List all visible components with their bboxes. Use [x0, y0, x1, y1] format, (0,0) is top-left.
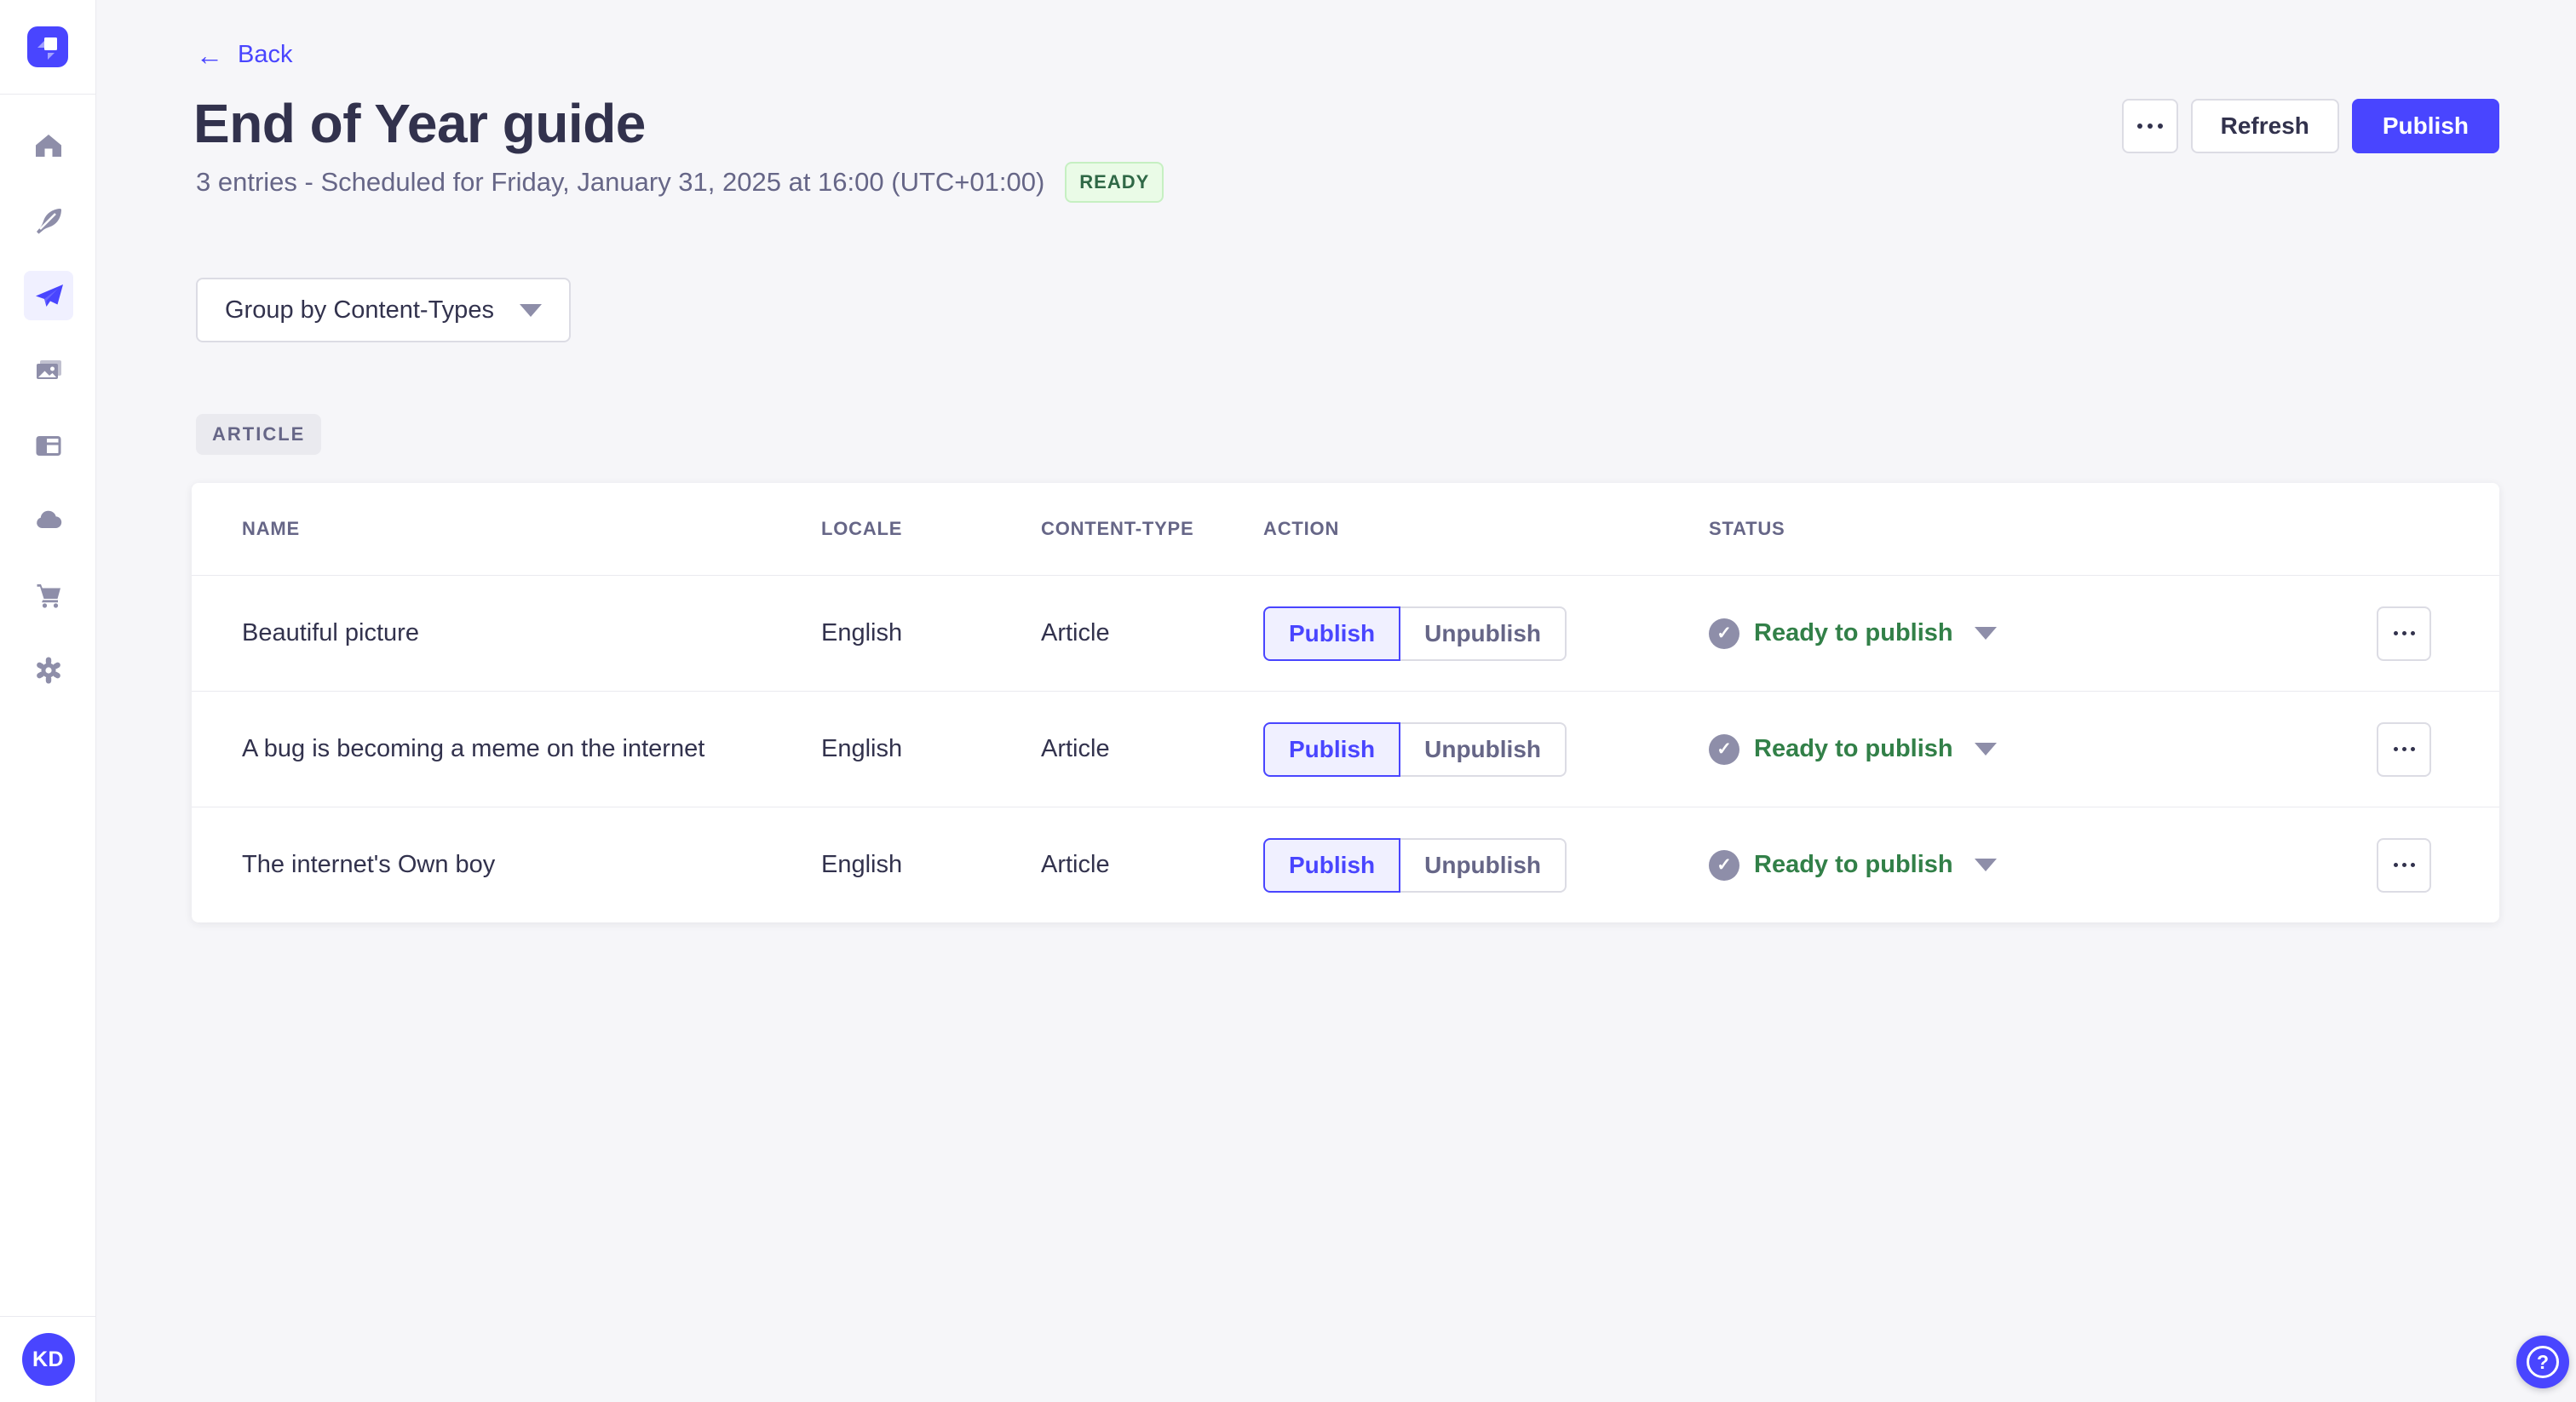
action-toggle: Publish Unpublish [1263, 837, 1709, 893]
sidebar: KD [0, 0, 96, 1402]
column-header-action: ACTION [1263, 518, 1340, 539]
sidebar-item-content-type-builder[interactable] [24, 421, 73, 470]
sidebar-user-area: KD [0, 1316, 96, 1402]
ellipsis-icon [2393, 631, 2398, 635]
column-header-content-type: CONTENT-TYPE [1041, 518, 1194, 539]
ellipsis-icon [2393, 863, 2398, 867]
column-header-status: STATUS [1709, 518, 1785, 539]
table-row: The internet's Own boy English Article P… [192, 807, 2499, 922]
publish-toggle-button[interactable]: Publish [1263, 837, 1401, 893]
sidebar-item-settings[interactable] [24, 646, 73, 695]
home-icon [35, 135, 61, 157]
feather-icon [36, 209, 61, 234]
header-actions: Refresh Publish [2121, 99, 2499, 153]
action-toggle: Publish Unpublish [1263, 721, 1709, 777]
chevron-down-icon [519, 303, 542, 317]
help-button[interactable]: ? [2516, 1336, 2569, 1388]
chevron-down-icon [1974, 627, 1997, 640]
sidebar-item-releases[interactable] [23, 271, 73, 320]
back-link[interactable]: ← Back [196, 41, 292, 69]
entry-content-type: Article [1041, 851, 1110, 878]
strapi-logo-icon [27, 26, 68, 67]
chevron-down-icon [1974, 743, 1997, 756]
entry-status-dropdown[interactable]: ✓ Ready to publish [1709, 618, 2377, 649]
publish-toggle-button[interactable]: Publish [1263, 721, 1401, 777]
release-schedule-text: 3 entries - Scheduled for Friday, Januar… [196, 167, 1045, 197]
status-badge: READY [1065, 162, 1164, 203]
ellipsis-icon [2393, 747, 2398, 751]
table-row: Beautiful picture English Article Publis… [192, 575, 2499, 691]
action-toggle: Publish Unpublish [1263, 606, 1709, 661]
paper-plane-icon [35, 284, 63, 307]
entry-locale: English [821, 735, 903, 762]
pictures-icon [36, 360, 61, 379]
cloud-icon [36, 510, 61, 529]
sidebar-item-cloud[interactable] [24, 496, 73, 545]
layout-icon [36, 436, 60, 456]
content-type-group-badge: ARTICLE [196, 414, 322, 455]
group-by-select[interactable]: Group by Content-Types [196, 278, 571, 342]
entry-content-type: Article [1041, 619, 1110, 646]
entry-status-dropdown[interactable]: ✓ Ready to publish [1709, 849, 2377, 881]
column-header-locale: LOCALE [821, 518, 903, 539]
sidebar-item-content-manager[interactable] [24, 196, 73, 245]
entry-name: Beautiful picture [242, 619, 419, 646]
release-more-button[interactable] [2121, 99, 2178, 153]
page-title: End of Year guide [193, 93, 646, 154]
question-circle-icon: ? [2527, 1346, 2559, 1378]
row-more-button[interactable] [2377, 837, 2431, 893]
subtitle-row: 3 entries - Scheduled for Friday, Januar… [196, 162, 1164, 203]
strapi-logo[interactable] [27, 26, 68, 67]
refresh-button[interactable]: Refresh [2190, 99, 2339, 153]
entry-content-type: Article [1041, 735, 1110, 762]
table-row: A bug is becoming a meme on the internet… [192, 691, 2499, 807]
entry-status-label: Ready to publish [1754, 735, 1953, 762]
entry-locale: English [821, 851, 903, 878]
unpublish-toggle-button[interactable]: Unpublish [1400, 837, 1567, 893]
sidebar-item-home[interactable] [24, 121, 73, 170]
check-circle-icon: ✓ [1709, 849, 1739, 881]
column-header-name: NAME [242, 518, 300, 539]
entry-status-dropdown[interactable]: ✓ Ready to publish [1709, 733, 2377, 765]
gear-icon [36, 657, 60, 684]
unpublish-toggle-button[interactable]: Unpublish [1400, 721, 1567, 777]
check-circle-icon: ✓ [1709, 618, 1739, 649]
cart-icon [37, 584, 60, 608]
sidebar-item-marketplace[interactable] [24, 571, 73, 620]
unpublish-toggle-button[interactable]: Unpublish [1400, 606, 1567, 661]
check-circle-icon: ✓ [1709, 733, 1739, 765]
back-label: Back [238, 41, 293, 68]
entry-locale: English [821, 619, 903, 646]
entry-name: A bug is becoming a meme on the internet [242, 735, 705, 762]
sidebar-logo-area [0, 0, 95, 95]
table-header-row: NAME LOCALE CONTENT-TYPE ACTION STATUS [192, 483, 2499, 575]
arrow-left-icon: ← [196, 39, 223, 71]
user-avatar[interactable]: KD [21, 1333, 75, 1386]
row-more-button[interactable] [2377, 721, 2431, 777]
main-content: ← Back End of Year guide 3 entries - Sch… [96, 0, 2576, 1402]
entries-table: NAME LOCALE CONTENT-TYPE ACTION STATUS B… [192, 483, 2499, 922]
entry-status-label: Ready to publish [1754, 851, 1953, 878]
chevron-down-icon [1974, 859, 1997, 871]
group-by-label: Group by Content-Types [225, 296, 494, 324]
publish-toggle-button[interactable]: Publish [1263, 606, 1401, 661]
entry-status-label: Ready to publish [1754, 619, 1953, 646]
ellipsis-icon [2136, 124, 2142, 129]
sidebar-item-media-library[interactable] [24, 346, 73, 395]
row-more-button[interactable] [2377, 606, 2431, 661]
entry-name: The internet's Own boy [242, 851, 496, 878]
sidebar-nav [0, 121, 96, 695]
publish-release-button[interactable]: Publish [2351, 99, 2499, 153]
